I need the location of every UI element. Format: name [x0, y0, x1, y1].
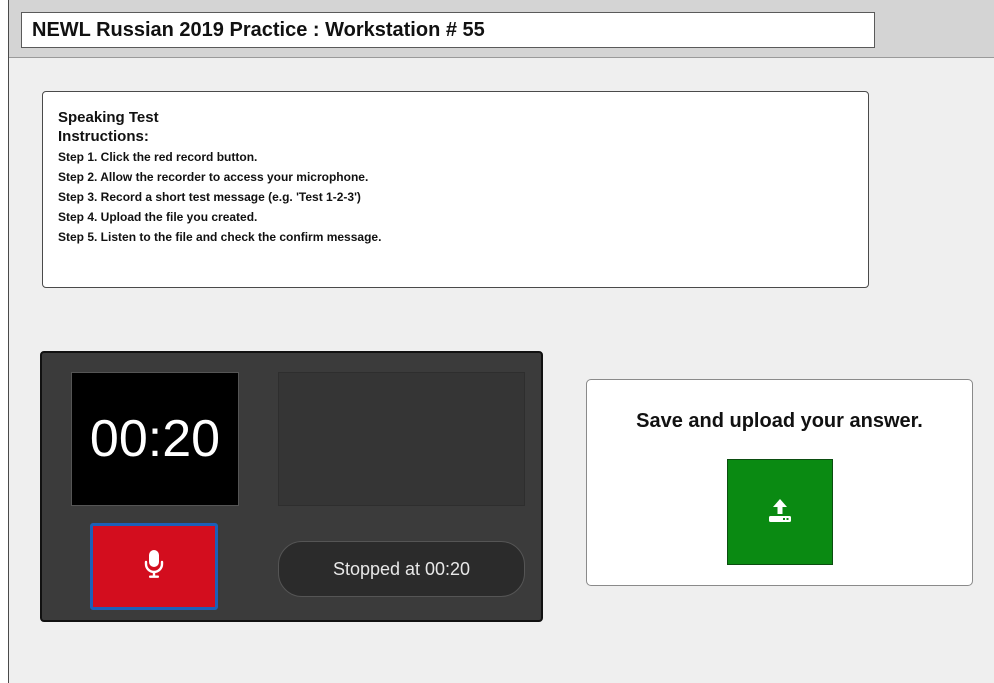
instruction-step: Step 4. Upload the file you created. [58, 210, 258, 224]
instructions-heading: Speaking Test [58, 109, 159, 126]
recorder-panel: 00:20 Stopped at 00:20 [40, 351, 543, 622]
upload-icon [767, 497, 793, 528]
instruction-step: Step 5. Listen to the file and check the… [58, 230, 382, 244]
audio-visualizer [278, 372, 525, 506]
instruction-step: Step 3. Record a short test message (e.g… [58, 190, 361, 204]
timer-display: 00:20 [71, 372, 239, 506]
instructions-card: Speaking Test Instructions: Step 1. Clic… [42, 91, 869, 288]
upload-title: Save and upload your answer. [636, 410, 923, 432]
app-frame: NEWL Russian 2019 Practice : Workstation… [8, 0, 994, 683]
window-title: NEWL Russian 2019 Practice : Workstation… [21, 12, 875, 48]
instructions-subheading: Instructions: [58, 128, 149, 145]
upload-button[interactable] [727, 459, 833, 565]
title-bar: NEWL Russian 2019 Practice : Workstation… [9, 0, 994, 58]
upload-card: Save and upload your answer. [586, 379, 973, 586]
instruction-step: Step 2. Allow the recorder to access you… [58, 170, 369, 184]
record-button[interactable] [90, 523, 218, 610]
instruction-step: Step 1. Click the red record button. [58, 150, 258, 164]
instructions-steps: Step 1. Click the red record button. Ste… [58, 147, 868, 247]
microphone-icon [143, 549, 165, 584]
recorder-status: Stopped at 00:20 [278, 541, 525, 597]
